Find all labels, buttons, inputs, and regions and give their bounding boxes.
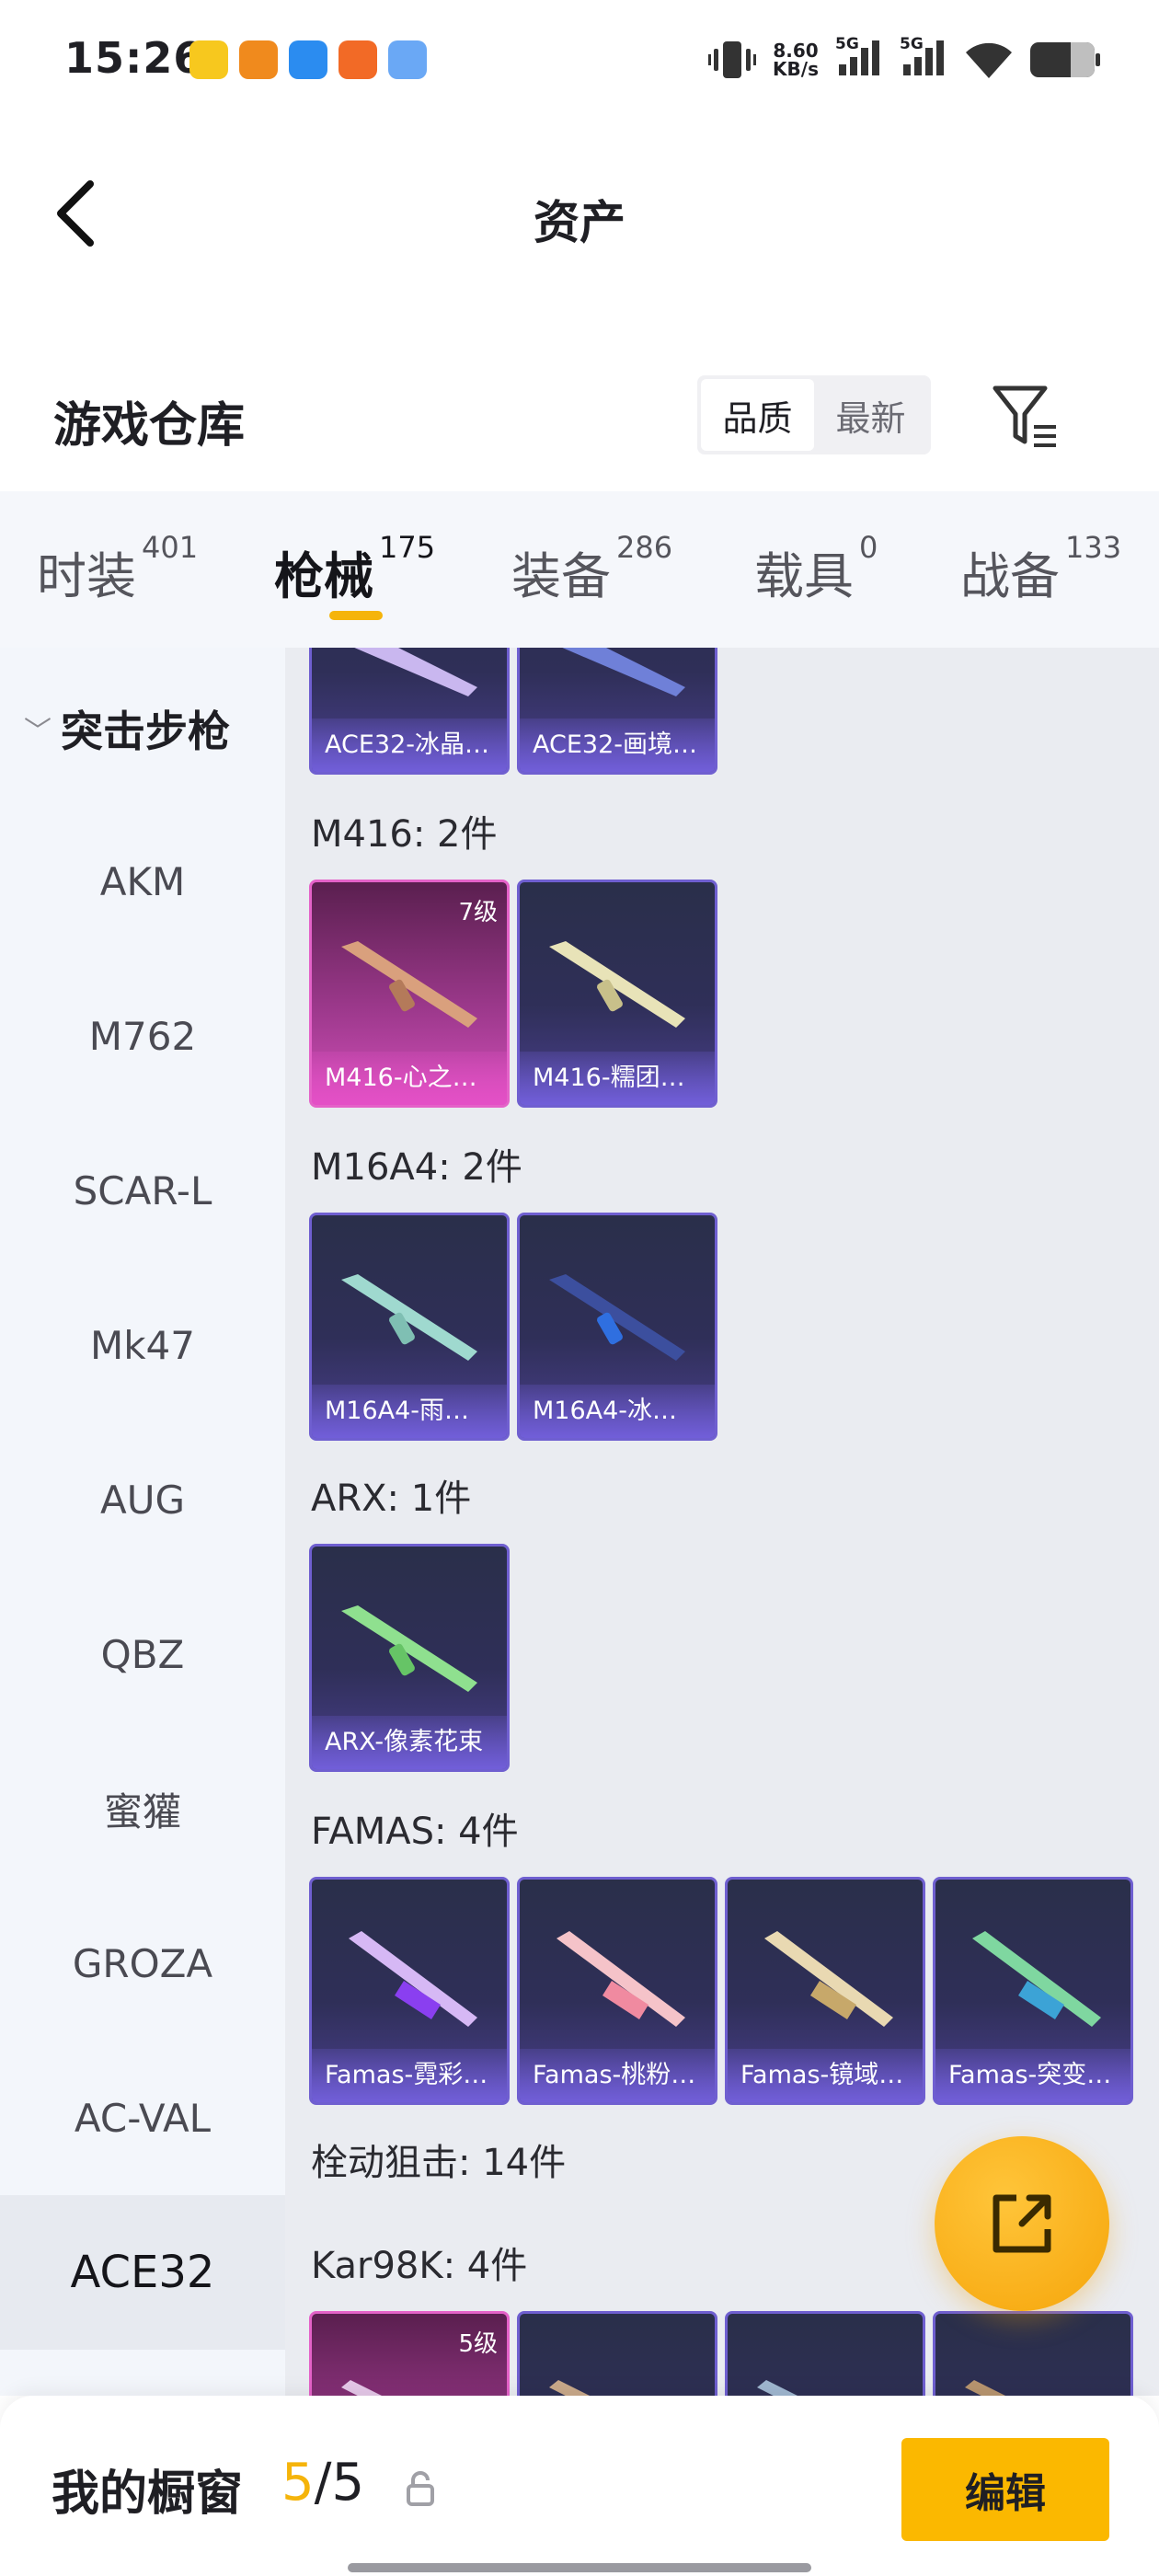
rifle-icon [562, 648, 685, 696]
item-card[interactable]: Famas-镜域… [725, 1877, 925, 2105]
rifle-icon [349, 1931, 477, 2027]
battery-icon [1030, 41, 1100, 77]
sort-option-quality[interactable]: 品质 [701, 379, 814, 451]
item-card[interactable]: M416-糯团… [517, 880, 717, 1108]
rifle-icon [341, 1605, 477, 1692]
section-title: 栓动狙击: 14件 [311, 2142, 567, 2184]
system-icons: 8.60 KB/s 5G 5G [708, 35, 1100, 82]
rifle-icon [341, 1274, 477, 1361]
sidebar-item-m762[interactable]: M762 [0, 959, 285, 1113]
section-title: FAMAS: 4件 [311, 1811, 519, 1853]
nav-bar: 资产 [0, 138, 1159, 285]
app-notification-icon [388, 40, 427, 79]
sidebar-item-akm[interactable]: AKM [0, 804, 285, 959]
showcase-count: 5/5 [281, 2453, 365, 2513]
app-notification-icon [239, 40, 278, 79]
rifle-icon [341, 2380, 382, 2396]
tab-vehicles[interactable]: 载具 0 [754, 530, 878, 608]
app-notification-icon [189, 40, 228, 79]
sidebar-item-qbz[interactable]: QBZ [0, 1577, 285, 1731]
share-fab-button[interactable] [935, 2136, 1109, 2311]
share-external-icon [993, 2194, 1051, 2253]
app-notification-icon [339, 40, 377, 79]
status-bar: 15:26 8.60 KB/s 5G 5G [0, 0, 1159, 120]
sort-option-newest[interactable]: 最新 [814, 379, 927, 451]
tab-supplies[interactable]: 战备 133 [960, 530, 1121, 608]
wifi-icon [966, 42, 1012, 78]
item-card[interactable]: ACE32-画境… [517, 648, 717, 775]
showcase-label: 我的橱窗 [52, 2467, 244, 2522]
notification-icons [189, 40, 427, 79]
rifle-icon [354, 648, 477, 696]
warehouse-header: 游戏仓库 品质 最新 [0, 368, 1159, 488]
sidebar-item-aug[interactable]: AUG [0, 1422, 285, 1577]
signal-icon: 5G [835, 35, 883, 82]
tab-firearms[interactable]: 枪械 175 [274, 530, 435, 608]
section-title: M16A4: 2件 [311, 1146, 522, 1189]
sidebar-item-groza[interactable]: GROZA [0, 1886, 285, 2041]
sidebar-item-ac-val[interactable]: AC-VAL [0, 2041, 285, 2195]
signal-icon: 5G [900, 35, 947, 82]
net-speed: 8.60 KB/s [773, 39, 819, 80]
item-card[interactable]: M16A4-冰河… [517, 1213, 717, 1441]
rifle-icon [549, 941, 685, 1028]
item-card[interactable]: ARX-像素花束 [309, 1544, 510, 1772]
sidebar-item-mk47[interactable]: Mk47 [0, 1268, 285, 1422]
sidebar-group-assault-rifles[interactable]: ﹀ 突击步枪 [24, 698, 230, 759]
vibrate-icon [708, 40, 757, 78]
showcase-bar: 我的橱窗 5/5 编辑 [0, 2396, 1159, 2576]
edit-button[interactable]: 编辑 [901, 2438, 1109, 2541]
item-card[interactable] [933, 2311, 1133, 2396]
tab-equipment[interactable]: 装备 286 [511, 530, 672, 608]
item-card[interactable] [725, 2311, 925, 2396]
rifle-icon [757, 2380, 798, 2396]
item-card[interactable]: 7级 M416-心之… [309, 880, 510, 1108]
rifle-icon [341, 941, 477, 1028]
rifle-icon [972, 1931, 1101, 2027]
warehouse-title: 游戏仓库 [53, 398, 246, 454]
page-title: 资产 [534, 196, 625, 249]
item-card[interactable]: 5级 [309, 2311, 510, 2396]
rifle-icon [764, 1931, 893, 2027]
rifle-icon [557, 1931, 685, 2027]
rifle-icon [549, 2380, 590, 2396]
sidebar-item-honey-badger[interactable]: 蜜獾 [0, 1731, 285, 1886]
category-tabs: 时装 401 枪械 175 装备 286 载具 0 战备 133 [0, 491, 1159, 648]
lock-icon [407, 2471, 434, 2506]
item-card[interactable] [517, 2311, 717, 2396]
active-tab-indicator [329, 611, 383, 620]
filter-icon[interactable] [990, 383, 1063, 453]
sidebar-item-scar-l[interactable]: SCAR-L [0, 1113, 285, 1268]
tab-fashion[interactable]: 时装 401 [37, 530, 198, 608]
item-card[interactable]: M16A4-雨过… [309, 1213, 510, 1441]
app-notification-icon [289, 40, 327, 79]
sidebar-item-ace32[interactable]: ACE32 [0, 2195, 285, 2350]
chevron-down-icon: ﹀ [24, 716, 52, 748]
section-title: M416: 2件 [311, 813, 498, 856]
rifle-icon [549, 1274, 685, 1361]
sort-toggle: 品质 最新 [697, 375, 931, 454]
item-grid: ACE32-冰晶… ACE32-画境… M416: 2件 7级 M416-心之…… [285, 648, 1159, 2396]
item-card[interactable]: Famas-霓彩… [309, 1877, 510, 2105]
item-card[interactable]: ACE32-冰晶… [309, 648, 510, 775]
item-card[interactable]: Famas-突变… [933, 1877, 1133, 2105]
rifle-icon [965, 2380, 1005, 2396]
weapon-category-sidebar: ﹀ 突击步枪 AKM M762 SCAR-L Mk47 AUG QBZ 蜜獾 G… [0, 648, 285, 2396]
section-title: Kar98K: 4件 [311, 2245, 528, 2287]
status-time: 15:26 [64, 33, 204, 83]
section-title: ARX: 1件 [311, 1478, 472, 1520]
home-indicator [348, 2563, 811, 2572]
item-card[interactable]: Famas-桃粉… [517, 1877, 717, 2105]
